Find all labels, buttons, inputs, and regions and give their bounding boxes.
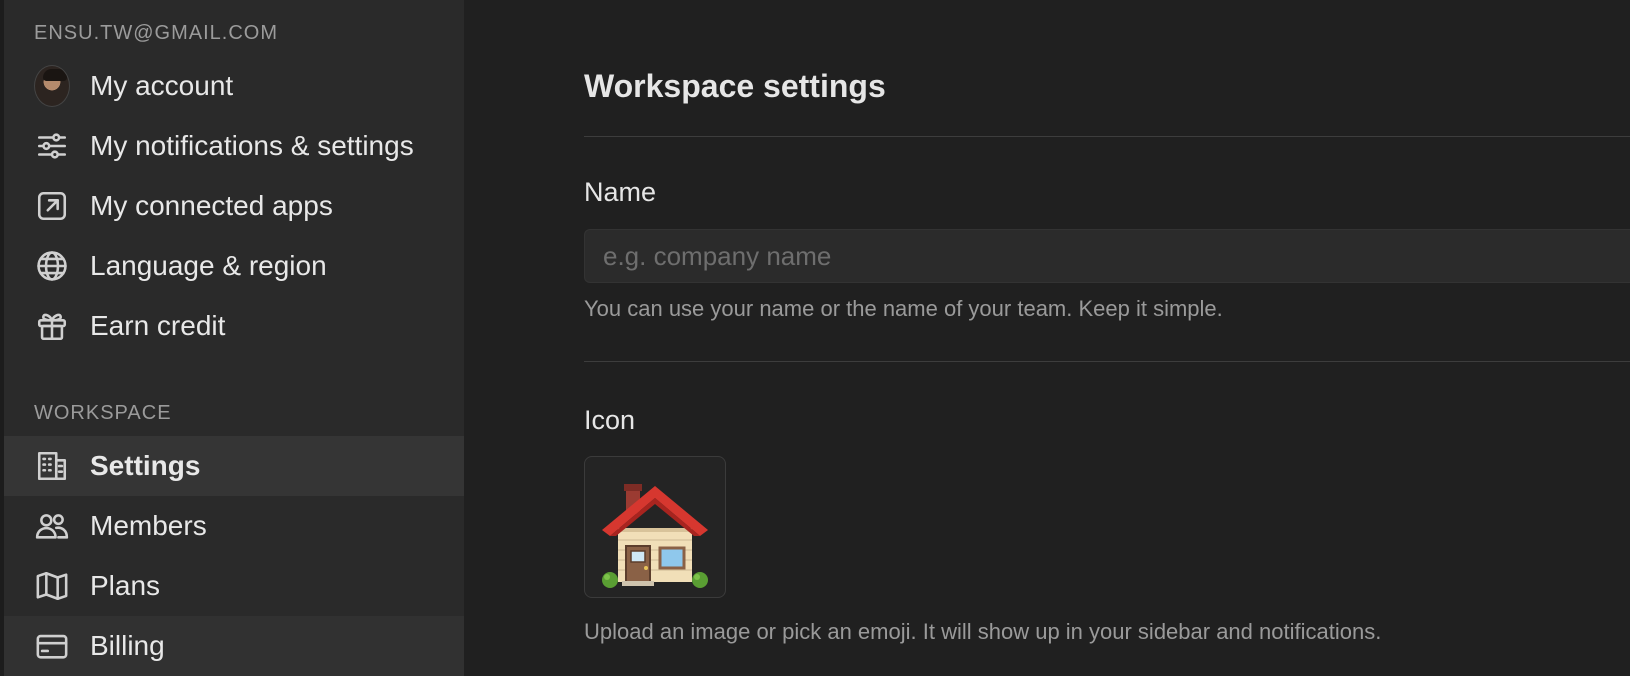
sidebar-item-label: Members — [90, 510, 207, 541]
credit-card-icon — [34, 628, 70, 664]
sidebar-item-label: My notifications & settings — [90, 130, 414, 161]
sidebar-item-plans[interactable]: Plans — [4, 556, 464, 616]
sidebar-item-label: My account — [90, 70, 234, 101]
gift-icon — [34, 308, 70, 344]
globe-icon — [34, 248, 70, 284]
name-help-text: You can use your name or the name of you… — [584, 296, 1223, 321]
building-icon — [34, 448, 70, 484]
sidebar-item-label: Earn credit — [90, 310, 226, 341]
external-link-icon — [34, 188, 70, 224]
sidebar-item-earn-credit[interactable]: Earn credit — [4, 296, 464, 356]
sidebar-item-label: Billing — [90, 630, 165, 661]
house-emoji — [602, 484, 708, 588]
sidebar-item-language-region[interactable]: Language & region — [4, 236, 464, 296]
map-icon — [34, 568, 70, 604]
sidebar-item-connected-apps[interactable]: My connected apps — [4, 176, 464, 236]
sidebar-item-billing[interactable]: Billing — [4, 616, 464, 676]
account-email: ENSU.TW@GMAIL.COM — [34, 22, 278, 44]
sidebar-item-label: Settings — [90, 450, 201, 481]
sidebar-item-label: Language & region — [90, 250, 327, 281]
icon-label: Icon — [584, 405, 636, 435]
sidebar-item-my-account[interactable]: My account — [4, 56, 464, 116]
divider — [584, 136, 1630, 137]
icon-help-text: Upload an image or pick an emoji. It wil… — [584, 619, 1382, 644]
divider — [584, 361, 1630, 362]
name-label: Name — [584, 177, 657, 207]
avatar — [34, 65, 70, 107]
main-content: Workspace settings Name You can use your… — [464, 0, 1630, 670]
page-title: Workspace settings — [584, 68, 886, 104]
sliders-icon — [34, 128, 70, 164]
workspace-name-input[interactable] — [584, 229, 1630, 283]
sidebar-item-notifications-settings[interactable]: My notifications & settings — [4, 116, 464, 176]
people-icon — [34, 508, 70, 544]
workspace-icon-picker[interactable] — [584, 456, 726, 598]
sidebar: ENSU.TW@GMAIL.COM My account My notifica… — [0, 0, 464, 676]
workspace-section-header: WORKSPACE — [34, 402, 172, 424]
sidebar-item-label: My connected apps — [90, 190, 333, 221]
sidebar-item-members[interactable]: Members — [4, 496, 464, 556]
sidebar-item-settings[interactable]: Settings — [4, 436, 464, 496]
sidebar-item-label: Plans — [90, 570, 161, 601]
